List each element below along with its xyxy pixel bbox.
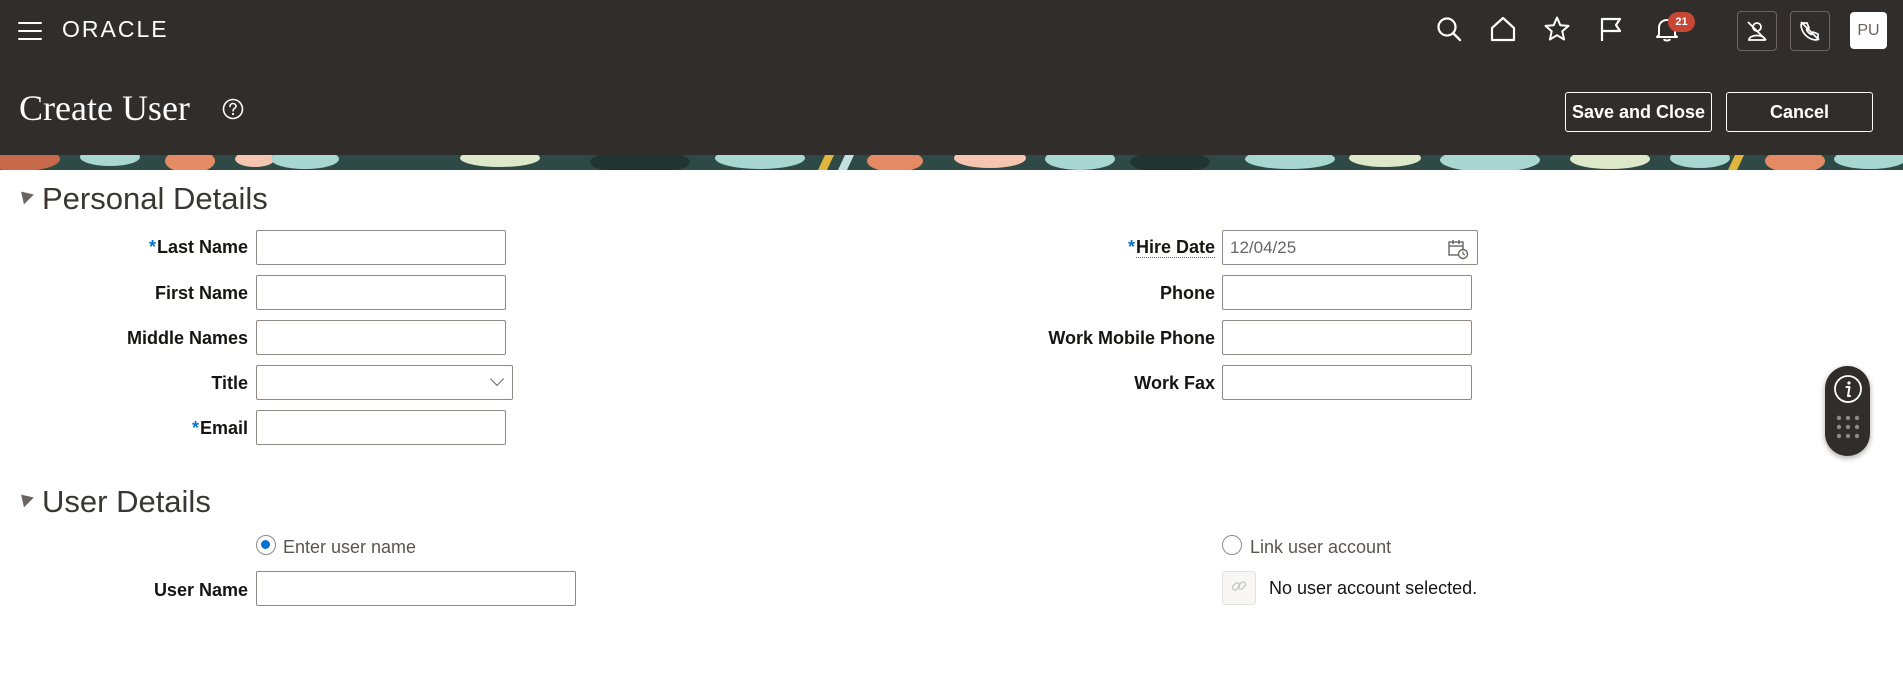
page-title: Create User — [19, 88, 190, 128]
last-name-label: *Last Name — [148, 237, 248, 257]
enter-user-name-radio[interactable] — [256, 535, 276, 555]
middle-names-label: Middle Names — [126, 328, 248, 348]
no-presence-icon[interactable] — [1737, 11, 1777, 51]
work-fax-input[interactable] — [1222, 365, 1472, 400]
floating-assist-panel — [1825, 366, 1870, 456]
avatar[interactable]: PU — [1850, 12, 1887, 49]
no-user-account-text: No user account selected. — [1269, 578, 1478, 598]
search-icon[interactable] — [1434, 14, 1464, 44]
collapse-personal-details-icon[interactable] — [16, 186, 34, 205]
link-user-account-label[interactable]: Link user account — [1250, 537, 1391, 558]
info-icon[interactable] — [1833, 374, 1863, 404]
personal-details-heading: Personal Details — [42, 181, 268, 216]
link-account-button — [1222, 571, 1256, 605]
title-select[interactable] — [256, 365, 513, 400]
user-name-label: User Name — [153, 580, 248, 600]
user-name-input[interactable] — [256, 571, 576, 606]
first-name-input[interactable] — [256, 275, 506, 310]
star-icon[interactable] — [1542, 14, 1572, 44]
user-details-heading: User Details — [42, 484, 211, 519]
calendar-icon[interactable] — [1447, 238, 1469, 260]
work-fax-label: Work Fax — [1134, 373, 1215, 393]
email-input[interactable] — [256, 410, 506, 445]
work-mobile-phone-label: Work Mobile Phone — [1048, 328, 1215, 348]
hamburger-icon[interactable] — [18, 22, 42, 42]
title-label: Title — [211, 373, 248, 393]
middle-names-input[interactable] — [256, 320, 506, 355]
cancel-button[interactable]: Cancel — [1726, 92, 1873, 132]
last-name-input[interactable] — [256, 230, 506, 265]
link-user-account-radio[interactable] — [1222, 535, 1242, 555]
collapse-user-details-icon[interactable] — [16, 489, 34, 508]
chevron-down-icon — [489, 371, 505, 387]
oracle-logo[interactable]: ORACLE — [62, 16, 169, 43]
hire-date-label: *Hire Date — [1127, 237, 1215, 258]
notification-badge: 21 — [1668, 12, 1695, 32]
home-icon[interactable] — [1488, 14, 1518, 44]
link-icon — [1230, 577, 1248, 600]
decorative-banner — [0, 155, 1903, 170]
email-label: *Email — [191, 418, 248, 438]
flag-icon[interactable] — [1597, 14, 1627, 44]
enter-user-name-label[interactable]: Enter user name — [283, 537, 416, 558]
help-icon[interactable] — [222, 98, 244, 120]
global-header: ORACLE 21 PU Create User Save and Close … — [0, 0, 1903, 155]
first-name-label: First Name — [154, 283, 248, 303]
phone-label: Phone — [1159, 283, 1215, 303]
no-phone-icon[interactable] — [1790, 11, 1830, 51]
phone-input[interactable] — [1222, 275, 1472, 310]
keypad-icon[interactable] — [1835, 414, 1861, 440]
work-mobile-phone-input[interactable] — [1222, 320, 1472, 355]
hire-date-value: 12/04/25 — [1230, 237, 1297, 257]
save-and-close-button[interactable]: Save and Close — [1565, 92, 1712, 132]
hire-date-input[interactable]: 12/04/25 — [1222, 230, 1478, 265]
